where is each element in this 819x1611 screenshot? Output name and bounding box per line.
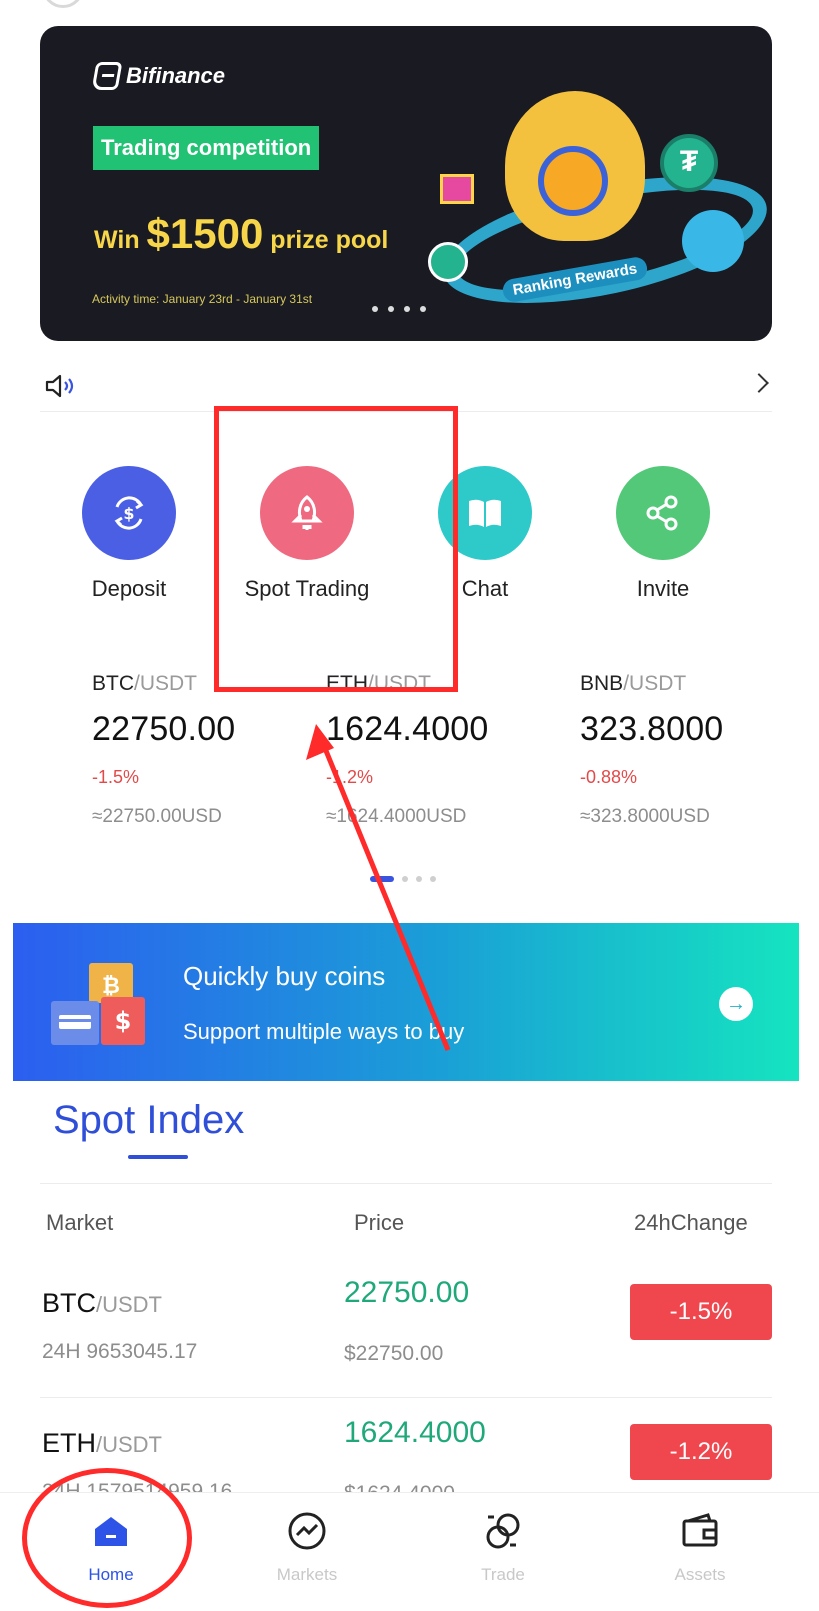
ticker-usd: ≈22750.00USD [92, 806, 222, 827]
competition-tag: Trading competition [93, 126, 320, 170]
deposit-button[interactable]: $ Deposit [54, 466, 204, 602]
share-icon [616, 466, 710, 560]
ticker-base: BNB [580, 672, 624, 695]
banner-pagination[interactable] [372, 306, 426, 312]
banner-dot[interactable] [404, 306, 410, 312]
speaker-icon [45, 374, 74, 398]
deposit-label: Deposit [91, 576, 167, 601]
ticker-card[interactable]: ETH/USDT 1624.4000 -1.2% ≈1624.4000USD [326, 672, 566, 828]
tether-coin-small-icon [428, 242, 468, 282]
column-header-price: Price [354, 1210, 405, 1235]
table-row[interactable]: BTC/USDT 24H 9653045.17 22750.00 $22750.… [40, 1268, 772, 1398]
activity-time: Activity time: January 23rd - January 31… [92, 292, 313, 306]
change-badge: -1.2% [630, 1424, 772, 1480]
prize-prefix: Win [94, 226, 140, 254]
deposit-icon: $ [82, 466, 176, 560]
nav-assets[interactable]: Assets [640, 1509, 760, 1585]
wallet-icon [678, 1509, 722, 1553]
ticker-change: -0.88% [580, 767, 638, 787]
tether-coin-icon: ₮ [660, 134, 718, 192]
nav-markets-label: Markets [276, 1565, 338, 1584]
markets-icon [285, 1509, 329, 1553]
ticker-quote: /USDT [134, 672, 197, 695]
chevron-right-icon[interactable] [749, 373, 769, 393]
coin-icon [538, 146, 608, 216]
nav-assets-label: Assets [674, 1565, 726, 1584]
ticker-dot[interactable] [430, 876, 436, 882]
nav-trade-label: Trade [481, 1565, 525, 1584]
highlight-box [214, 406, 458, 692]
row-base: ETH [42, 1428, 96, 1458]
arrow-right-icon[interactable]: → [719, 987, 753, 1021]
ticker-price: 22750.00 [92, 710, 236, 748]
quick-buy-subtitle: Support multiple ways to buy [183, 1019, 465, 1044]
column-header-market: Market [46, 1210, 114, 1235]
gift-icon [440, 174, 474, 204]
banner-dot[interactable] [372, 306, 378, 312]
banner-dot[interactable] [388, 306, 394, 312]
row-pair: BTC/USDT [42, 1288, 162, 1319]
svg-text:$: $ [115, 1007, 132, 1035]
prize-suffix: prize pool [270, 226, 389, 254]
column-header-change: 24hChange [634, 1210, 748, 1235]
ticker-dot[interactable] [416, 876, 422, 882]
announcement-bar[interactable] [40, 360, 772, 412]
divider [40, 1397, 772, 1398]
promo-banner[interactable]: Bifinance Trading competition Win $1500 … [40, 26, 772, 341]
ticker-base: BTC [92, 672, 134, 695]
brand-logo: Bifinance [91, 62, 226, 90]
ticker-dot-active[interactable] [370, 876, 394, 882]
ticker-change: -1.5% [92, 767, 140, 787]
tab-indicator [128, 1155, 188, 1159]
ticker-pagination[interactable] [370, 876, 436, 882]
trade-icon [481, 1509, 525, 1553]
nav-trade[interactable]: Trade [443, 1509, 563, 1585]
divider [40, 1183, 772, 1184]
ticker-quote: /USDT [623, 672, 687, 695]
brand-logo-icon [91, 62, 123, 90]
row-pair: ETH/USDT [42, 1428, 162, 1459]
quick-buy-banner[interactable]: ₿ $ Quickly buy coins Support multiple w… [13, 923, 799, 1081]
ticker-price: 1624.4000 [326, 710, 489, 748]
ticker-price: 323.8000 [580, 710, 724, 748]
ticker-carousel[interactable]: BTC/USDT 22750.00 -1.5% ≈22750.00USD ETH… [40, 672, 800, 852]
svg-text:₿: ₿ [102, 974, 120, 999]
row-price: 22750.00 [344, 1276, 470, 1309]
highlight-circle [22, 1468, 192, 1608]
row-base: BTC [42, 1288, 96, 1318]
row-quote: /USDT [96, 1292, 162, 1317]
svg-text:$: $ [123, 504, 134, 523]
spot-index-tab[interactable]: Spot Index [53, 1098, 244, 1143]
ticker-card[interactable]: BNB/USDT 323.8000 -0.88% ≈323.8000USD [580, 672, 819, 828]
prize-text: Win $1500 prize pool [94, 210, 388, 258]
wallet-cards-icon: ₿ $ [51, 963, 145, 1045]
ticker-card[interactable]: BTC/USDT 22750.00 -1.5% ≈22750.00USD [92, 672, 332, 828]
ticker-change: -1.2% [326, 767, 374, 787]
row-volume: 24H 9653045.17 [42, 1340, 198, 1363]
row-usd: $22750.00 [344, 1342, 444, 1365]
row-quote: /USDT [96, 1432, 162, 1457]
ticker-usd: ≈1624.4000USD [326, 806, 467, 827]
nav-markets[interactable]: Markets [247, 1509, 367, 1585]
ticker-dot[interactable] [402, 876, 408, 882]
ticker-usd: ≈323.8000USD [580, 806, 710, 827]
invite-button[interactable]: Invite [588, 466, 738, 602]
ticker-pair: BNB/USDT [580, 672, 819, 696]
character-figure [682, 210, 744, 272]
row-price: 1624.4000 [344, 1416, 486, 1449]
quick-buy-title: Quickly buy coins [183, 961, 386, 991]
avatar[interactable] [42, 0, 84, 8]
change-badge: -1.5% [630, 1284, 772, 1340]
prize-amount: $1500 [146, 210, 264, 257]
banner-illustration: ₮ Ranking Rewards [420, 46, 772, 331]
invite-label: Invite [636, 576, 690, 601]
brand-name: Bifinance [126, 63, 226, 88]
